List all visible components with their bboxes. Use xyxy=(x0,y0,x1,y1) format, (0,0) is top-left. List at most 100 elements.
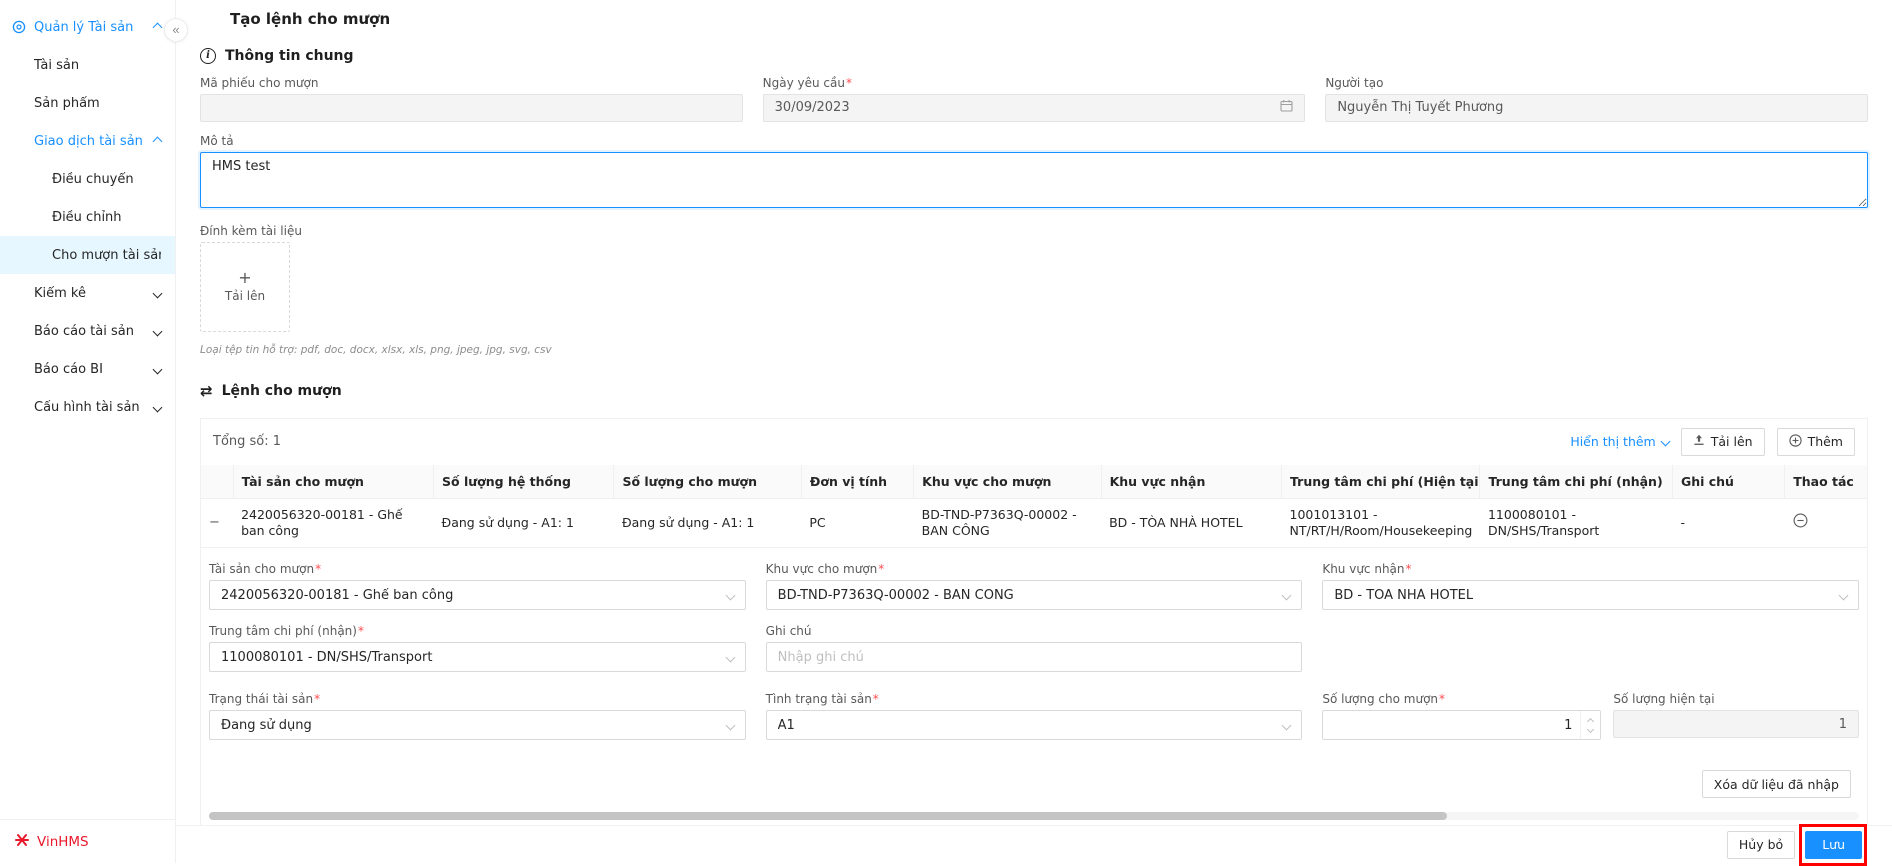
note-label: Ghi chú xyxy=(765,624,812,639)
sidebar-item-label: Sản phẩm xyxy=(34,95,100,111)
note-field: Ghi chú xyxy=(765,624,1303,673)
cost-receive-field: Trung tâm chi phí (nhận) 1100080101 - DN… xyxy=(209,624,746,673)
nguoi-tao-label: Người tạo xyxy=(1325,75,1384,90)
info-icon: i xyxy=(200,47,216,64)
cell-asset: 2420056320-00181 - Ghế ban công xyxy=(233,498,434,549)
sidebar-item-giao-dich-tai-san[interactable]: Giao dịch tài sản xyxy=(0,122,175,160)
horizontal-scrollbar[interactable] xyxy=(209,812,1859,821)
total-count: Tổng số: 1 xyxy=(213,434,282,450)
chevron-down-icon xyxy=(152,288,163,298)
increment-button[interactable] xyxy=(1587,717,1595,725)
empty-cell xyxy=(1322,624,1859,672)
sidebar-item-cho-muon-tai-san[interactable]: Cho mượn tài sản xyxy=(0,236,175,274)
sidebar-item-kiem-ke[interactable]: Kiểm kê xyxy=(0,274,175,312)
sidebar-item-bao-cao-tai-san[interactable]: Báo cáo tài sản xyxy=(0,312,175,350)
sidebar-item-dieu-chuyen[interactable]: Điều chuyển xyxy=(0,160,175,198)
calendar-icon xyxy=(1280,99,1293,116)
cost-receive-label: Trung tâm chi phí (nhận) xyxy=(209,624,746,638)
area-from-label: Khu vực cho mượn xyxy=(766,562,1303,576)
ma-phieu-label: Mã phiếu cho mượn xyxy=(200,75,319,90)
cell-area-to: BD - TÒA NHÀ HOTEL xyxy=(1101,498,1282,549)
col-cost-receive: Trung tâm chi phí (nhận) xyxy=(1479,464,1673,499)
transfer-icon: ⇄ xyxy=(200,381,213,400)
brand-name: VinHMS xyxy=(37,833,89,850)
asset-select[interactable]: 2420056320-00181 - Ghế ban công xyxy=(209,580,746,611)
ma-phieu-input[interactable] xyxy=(200,93,743,122)
area-to-field: Khu vực nhận BD - TÒA NHÀ HOTEL xyxy=(1322,562,1859,611)
chevron-up-icon xyxy=(152,22,163,32)
sidebar-item-label: Quản lý Tài sản xyxy=(34,19,134,35)
detail-row-2: Trung tâm chi phí (nhận) 1100080101 - DN… xyxy=(209,624,1859,673)
clear-data-button[interactable]: Xóa dữ liệu đã nhập xyxy=(1701,770,1851,799)
clear-row: Xóa dữ liệu đã nhập xyxy=(201,760,1867,802)
cell-area-from: BD-TND-P7363Q-00002 - BAN CÔNG xyxy=(913,498,1102,549)
sidebar-item-quan-ly-tai-san[interactable]: Quản lý Tài sản xyxy=(0,8,175,46)
table-toolbar: Tổng số: 1 Hiển thị thêm Tải lên Thêm xyxy=(201,419,1867,465)
content-area: i Thông tin chung Mã phiếu cho mượn Ngày… xyxy=(176,38,1892,825)
col-area-to: Khu vực nhận xyxy=(1101,464,1283,499)
area-to-select[interactable]: BD - TÒA NHÀ HOTEL xyxy=(1322,580,1859,611)
table-row: − 2420056320-00181 - Ghế ban công Đang s… xyxy=(201,498,1867,549)
chevron-down-icon xyxy=(725,590,736,601)
qty-current-input[interactable]: 1 xyxy=(1613,710,1859,739)
ngay-yeu-cau-input[interactable]: 30/09/2023 xyxy=(762,93,1306,122)
attachment-field: Đính kèm tài liệu + Tải lên xyxy=(200,224,1868,332)
col-qty-system: Số lượng hệ thống xyxy=(433,464,615,499)
cancel-button[interactable]: Hủy bỏ xyxy=(1726,830,1796,859)
chevron-down-icon xyxy=(152,402,163,412)
creator-value: Nguyễn Thị Tuyết Phương xyxy=(1337,100,1504,116)
main-content: Tạo lệnh cho mượn i Thông tin chung Mã p… xyxy=(176,0,1892,866)
qty-loan-input[interactable]: 1 xyxy=(1322,710,1602,741)
upload-dropzone[interactable]: + Tải lên xyxy=(200,241,290,332)
decrement-button[interactable] xyxy=(1587,725,1595,733)
qty-pair: Số lượng cho mượn 1 Số lượng hiện tại xyxy=(1322,692,1859,741)
sidebar: Quản lý Tài sản Tài sản Sản phẩm Giao dị… xyxy=(0,0,176,863)
sidebar-item-dieu-chinh[interactable]: Điều chỉnh xyxy=(0,198,175,236)
ngay-yeu-cau-field: Ngày yêu cầu 30/09/2023 xyxy=(762,76,1306,122)
chevron-down-icon xyxy=(152,326,163,336)
col-asset: Tài sản cho mượn xyxy=(233,464,435,499)
sidebar-item-tai-san[interactable]: Tài sản xyxy=(0,46,175,84)
cost-receive-select[interactable]: 1100080101 - DN/SHS/Transport xyxy=(209,642,746,673)
sidebar-item-label: Điều chỉnh xyxy=(52,209,122,225)
mo-ta-field: Mô tả HMS test xyxy=(200,134,1868,212)
general-info-section-title: i Thông tin chung xyxy=(200,47,1868,64)
sidebar-item-bao-cao-bi[interactable]: Báo cáo BI xyxy=(0,350,175,388)
add-row-button[interactable]: Thêm xyxy=(1776,427,1855,456)
chevron-down-icon xyxy=(725,652,736,663)
sidebar-item-cau-hinh-tai-san[interactable]: Cấu hình tài sản xyxy=(0,388,175,426)
qty-current-field: Số lượng hiện tại 1 xyxy=(1613,692,1859,740)
show-more-link[interactable]: Hiển thị thêm xyxy=(1570,434,1671,449)
sidebar-item-label: Kiểm kê xyxy=(34,285,86,301)
scrollbar-thumb[interactable] xyxy=(209,812,1447,821)
chevron-down-icon xyxy=(152,364,163,374)
nguoi-tao-input[interactable]: Nguyễn Thị Tuyết Phương xyxy=(1325,93,1868,122)
chevron-down-icon xyxy=(1281,590,1292,601)
chevron-down-icon xyxy=(1281,720,1292,731)
status-select[interactable]: Đang sử dụng xyxy=(209,710,746,741)
sidebar-item-san-pham[interactable]: Sản phẩm xyxy=(0,84,175,122)
mo-ta-label: Mô tả xyxy=(200,133,234,148)
col-area-from: Khu vực cho mượn xyxy=(913,464,1102,499)
description-textarea[interactable]: HMS test xyxy=(200,151,1868,208)
section-title-text: Thông tin chung xyxy=(225,47,354,64)
condition-select[interactable]: A1 xyxy=(765,710,1303,741)
area-from-select[interactable]: BD-TND-P7363Q-00002 - BAN CÔNG xyxy=(765,580,1303,611)
table-header-row: Tài sản cho mượn Số lượng hệ thống Số lư… xyxy=(201,464,1867,499)
sidebar-item-label: Cấu hình tài sản xyxy=(34,399,140,415)
remove-row-icon[interactable] xyxy=(1793,513,1808,528)
note-input[interactable] xyxy=(765,642,1303,673)
upload-label: Tải lên xyxy=(224,288,266,303)
plus-icon: + xyxy=(238,267,252,287)
col-expand xyxy=(201,464,234,499)
collapse-row-icon[interactable]: − xyxy=(209,515,220,530)
sidebar-collapse-button[interactable]: « xyxy=(164,18,188,42)
cell-unit: PC xyxy=(801,498,914,549)
sidebar-item-label: Giao dịch tài sản xyxy=(34,133,143,149)
cell-cost-current: 1001013101 - NT/RT/H/Room/Housekeeping xyxy=(1281,498,1480,549)
asset-management-icon xyxy=(12,20,26,34)
table-upload-button[interactable]: Tải lên xyxy=(1680,427,1765,456)
save-button[interactable]: Lưu xyxy=(1805,830,1862,859)
sidebar-item-label: Báo cáo BI xyxy=(34,361,103,377)
row-detail-form: Tài sản cho mượn 2420056320-00181 - Ghế … xyxy=(201,548,1867,760)
